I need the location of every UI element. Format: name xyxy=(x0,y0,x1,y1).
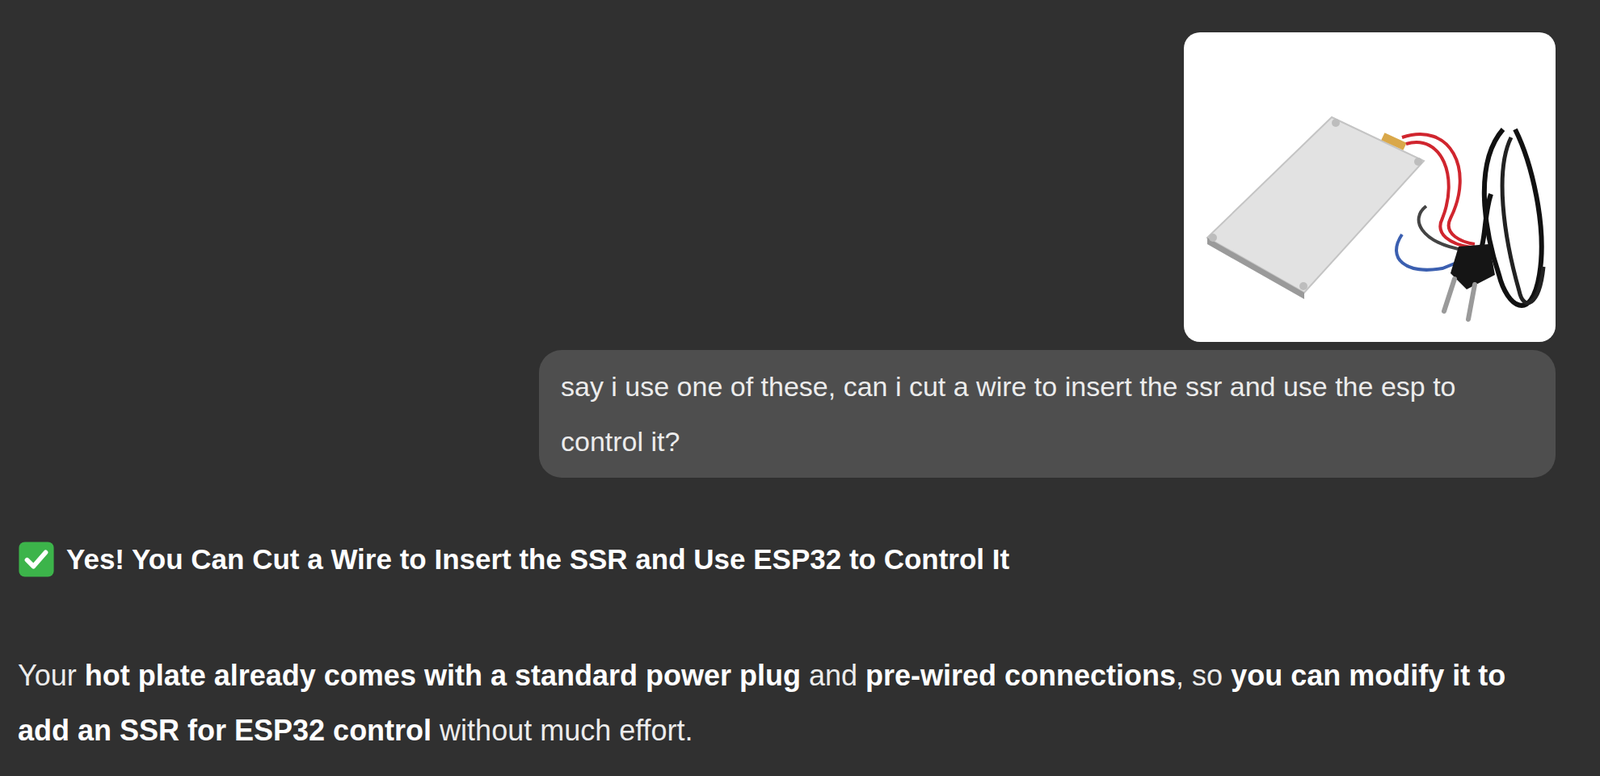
image-attachment[interactable] xyxy=(1183,32,1556,342)
plain-text: and xyxy=(800,658,866,692)
user-message: say i use one of these, can i cut a wire… xyxy=(538,349,1556,478)
response-heading-text: Yes! You Can Cut a Wire to Insert the SS… xyxy=(66,531,1010,587)
bold-text: hot plate already comes with a standard … xyxy=(84,658,801,692)
user-message-text: say i use one of these, can i cut a wire… xyxy=(560,358,1534,469)
user-turn: say i use one of these, can i cut a wire… xyxy=(17,32,1556,478)
bold-text: pre-wired connections xyxy=(865,658,1176,692)
hot-plate-photo-icon xyxy=(1183,32,1556,342)
chat-page: say i use one of these, can i cut a wire… xyxy=(0,0,1600,776)
check-mark-icon xyxy=(17,540,55,578)
response-heading: Yes! You Can Cut a Wire to Insert the SS… xyxy=(17,531,1556,587)
plain-text: Your xyxy=(17,658,85,692)
plain-text: , so xyxy=(1175,658,1231,692)
response-paragraph: Your hot plate already comes with a stan… xyxy=(17,648,1556,758)
plain-text: without much effort. xyxy=(431,713,694,747)
assistant-turn: Yes! You Can Cut a Wire to Insert the SS… xyxy=(17,531,1556,758)
